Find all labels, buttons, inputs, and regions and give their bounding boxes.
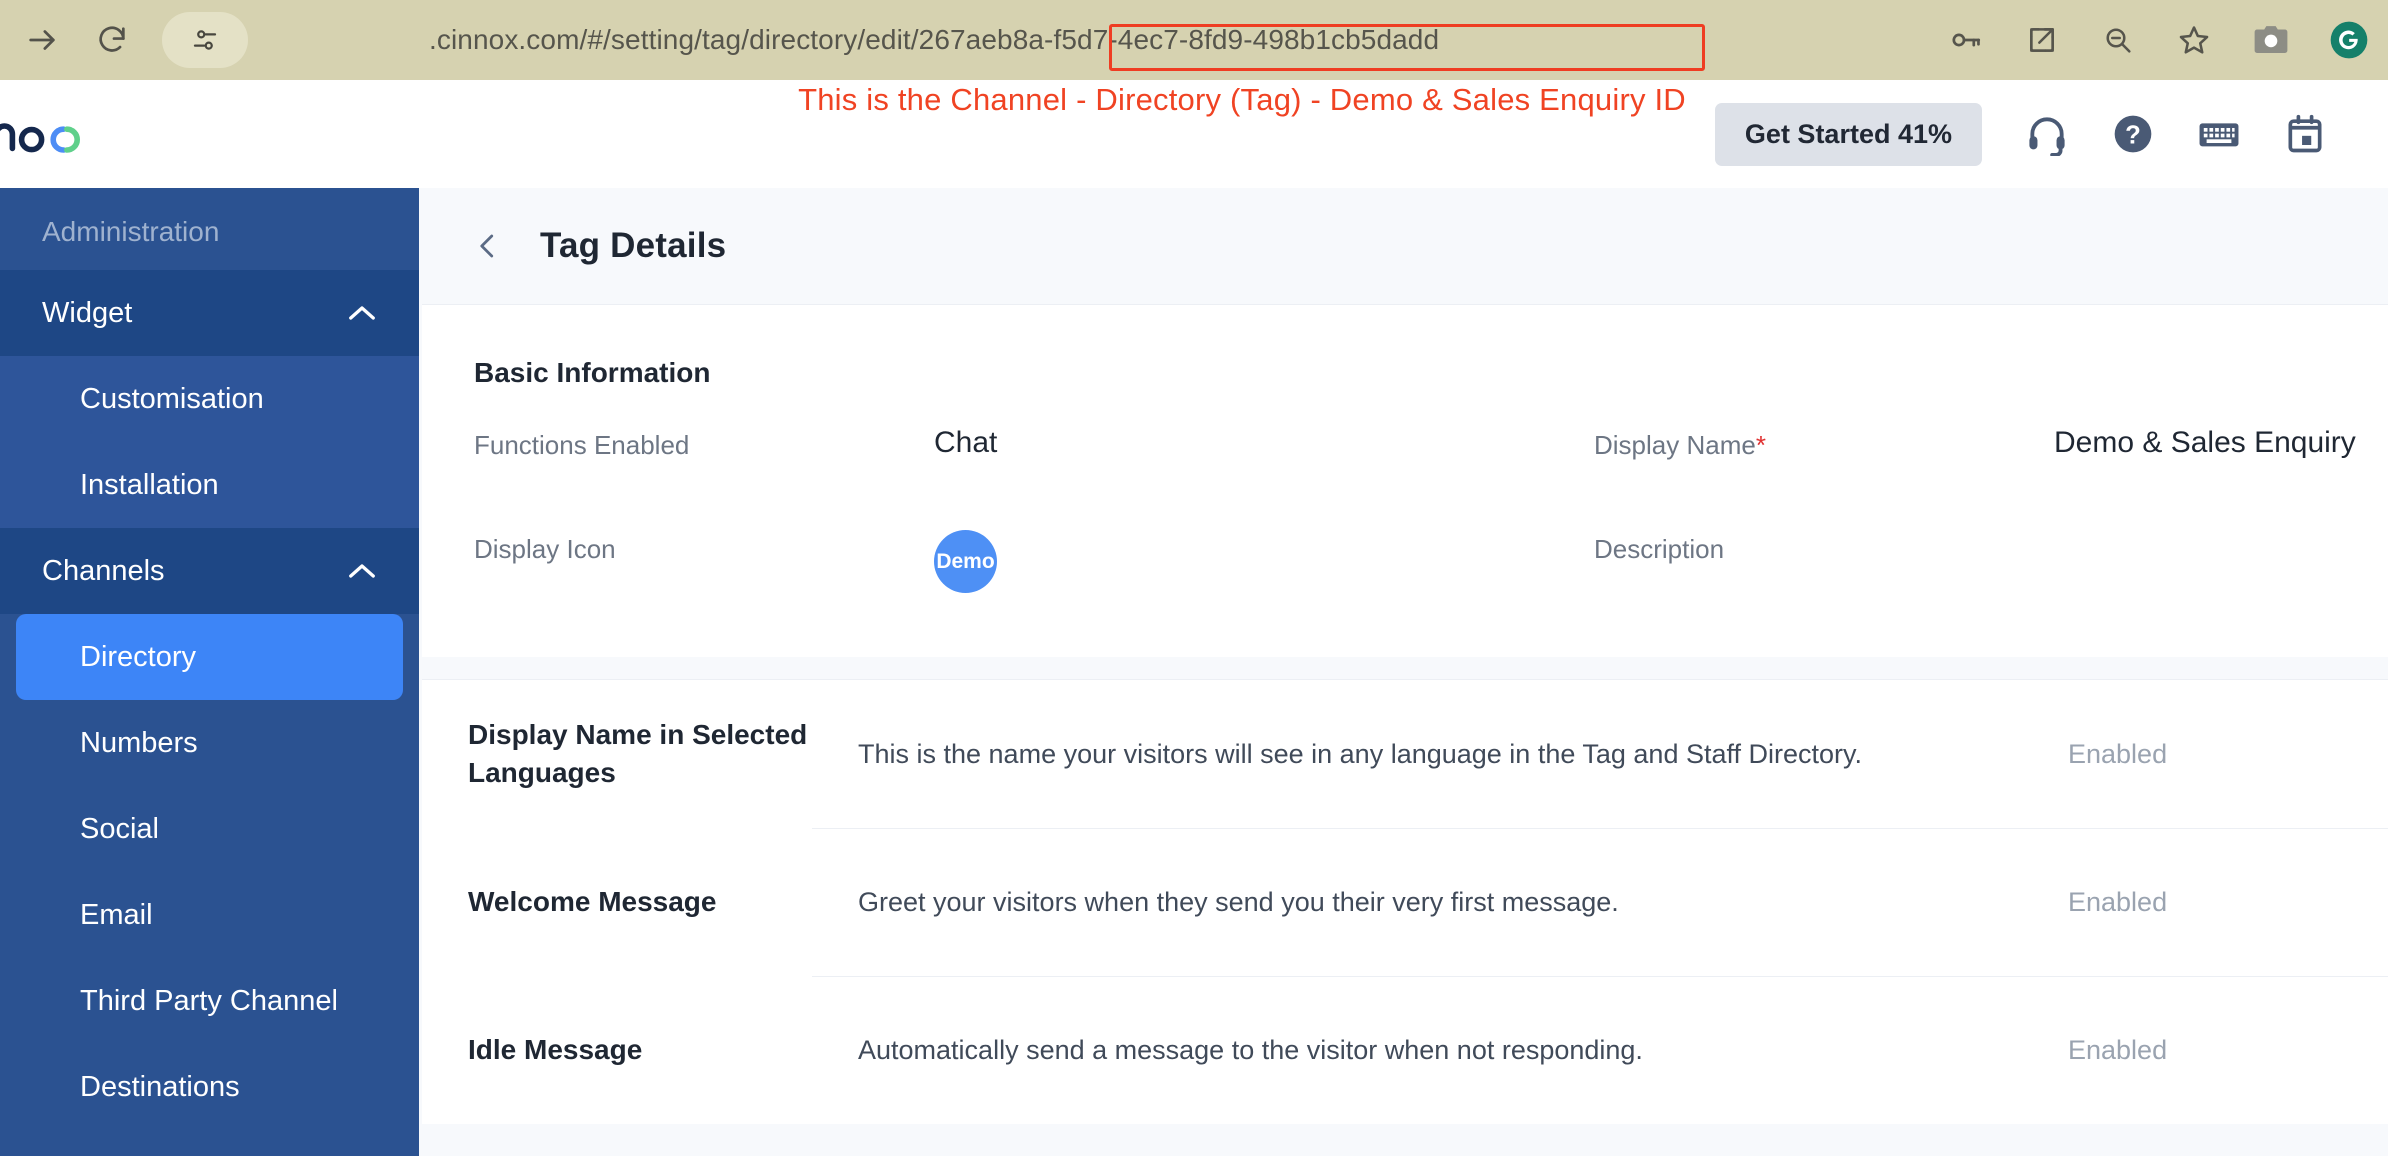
sidebar-group-channels-body: Directory Numbers Social Email Third Par… <box>0 614 419 1130</box>
sidebar-item-installation[interactable]: Installation <box>0 442 419 528</box>
setting-row-welcome-message[interactable]: Welcome Message Greet your visitors when… <box>422 828 2388 976</box>
sidebar-group-channels[interactable]: Channels <box>0 528 419 614</box>
basic-information-fields: Functions Enabled Chat Display Name * Dem… <box>422 389 2388 634</box>
calendar-icon[interactable] <box>2262 99 2348 169</box>
basic-information-title: Basic Information <box>474 357 711 388</box>
sidebar-item-destinations[interactable]: Destinations <box>0 1044 419 1130</box>
avatar[interactable]: Demo <box>934 530 997 593</box>
sidebar-group-channels-label: Channels <box>42 554 165 587</box>
setting-label: Display Name in Selected Languages <box>468 719 808 788</box>
status-badge: Enabled <box>2068 1034 2168 1065</box>
setting-label: Welcome Message <box>468 886 717 918</box>
functions-enabled-value: Chat <box>934 426 998 459</box>
display-name-value: Demo & Sales Enquiry <box>2054 426 2356 459</box>
url-text: .cinnox.com/#/setting/tag/directory/edit… <box>429 24 1440 55</box>
sidebar-item-label: Third Party Channel <box>80 984 338 1017</box>
required-asterisk: * <box>1755 430 1766 460</box>
site-settings-icon[interactable] <box>162 12 248 68</box>
sidebar-item-label: Social <box>80 812 159 845</box>
key-icon[interactable] <box>1928 12 2004 68</box>
setting-row-display-name-languages[interactable]: Display Name in Selected Languages This … <box>422 680 2388 828</box>
sidebar-item-label: Email <box>80 898 153 931</box>
display-icon-value: Demo <box>934 530 1594 634</box>
sidebar: Administration Widget Customisation Inst… <box>0 188 419 1156</box>
headset-icon[interactable] <box>2004 99 2090 169</box>
sidebar-item-label: Destinations <box>80 1070 240 1103</box>
setting-label: Idle Message <box>468 1034 643 1066</box>
chevron-up-icon <box>347 562 377 580</box>
address-bar[interactable]: .cinnox.com/#/setting/tag/directory/edit… <box>254 12 1928 71</box>
sidebar-group-widget[interactable]: Widget <box>0 270 419 356</box>
setting-description: This is the name your visitors will see … <box>858 738 1863 769</box>
keyboard-icon[interactable] <box>2176 99 2262 169</box>
header-actions: Get Started 41% ? <box>1714 99 2388 169</box>
help-icon[interactable]: ? <box>2090 99 2176 169</box>
forward-button[interactable] <box>14 12 70 68</box>
cinnox-logo[interactable] <box>0 110 118 158</box>
sidebar-item-numbers[interactable]: Numbers <box>0 700 419 786</box>
card-divider <box>419 657 2388 679</box>
sidebar-item-directory[interactable]: Directory <box>16 614 403 700</box>
omnibox-actions <box>1928 12 2388 68</box>
display-name-label-text: Display Name <box>1594 430 1756 460</box>
sidebar-item-label: Installation <box>80 468 219 501</box>
sidebar-item-customisation[interactable]: Customisation <box>0 356 419 442</box>
back-icon[interactable] <box>470 228 506 264</box>
page-title: Tag Details <box>540 226 727 265</box>
display-icon-label: Display Icon <box>474 534 616 564</box>
status-badge: Enabled <box>2068 886 2168 917</box>
setting-description: Automatically send a message to the visi… <box>858 1034 1643 1065</box>
setting-description: Greet your visitors when they send you t… <box>858 886 1619 917</box>
page-header: Tag Details <box>419 188 2388 304</box>
basic-information-card: Basic Information Functions Enabled Chat… <box>422 304 2388 657</box>
browser-toolbar: .cinnox.com/#/setting/tag/directory/edit… <box>0 0 2388 80</box>
reload-button[interactable] <box>84 12 140 68</box>
star-icon[interactable] <box>2156 12 2232 68</box>
sidebar-item-label: Numbers <box>80 726 198 759</box>
description-label: Description <box>1594 534 1725 564</box>
setting-row-idle-message[interactable]: Idle Message Automatically send a messag… <box>422 976 2388 1124</box>
description-value <box>2054 530 2388 634</box>
chevron-up-icon <box>347 304 377 322</box>
sidebar-section-title: Administration <box>42 216 220 247</box>
status-badge: Enabled <box>2068 738 2168 769</box>
settings-card: Display Name in Selected Languages This … <box>422 679 2388 1124</box>
camera-icon[interactable] <box>2232 12 2310 68</box>
display-name-label: Display Name * <box>1594 426 2054 530</box>
main-content: Tag Details Basic Information Functions … <box>419 188 2388 1156</box>
zoom-out-icon[interactable] <box>2080 12 2156 68</box>
sidebar-group-widget-label: Widget <box>42 296 133 329</box>
svg-text:?: ? <box>2125 122 2141 150</box>
share-external-icon[interactable] <box>2004 12 2080 68</box>
sidebar-item-third-party-channel[interactable]: Third Party Channel <box>0 958 419 1044</box>
sidebar-item-email[interactable]: Email <box>0 872 419 958</box>
functions-enabled-label: Functions Enabled <box>474 430 690 460</box>
sidebar-item-social[interactable]: Social <box>0 786 419 872</box>
sidebar-item-label: Customisation <box>80 382 264 415</box>
app-header: Get Started 41% ? <box>0 80 2388 188</box>
sidebar-group-widget-body: Customisation Installation <box>0 356 419 528</box>
sidebar-item-label: Directory <box>80 640 197 673</box>
grammarly-icon[interactable] <box>2310 12 2388 68</box>
get-started-button[interactable]: Get Started 41% <box>1714 102 1982 166</box>
